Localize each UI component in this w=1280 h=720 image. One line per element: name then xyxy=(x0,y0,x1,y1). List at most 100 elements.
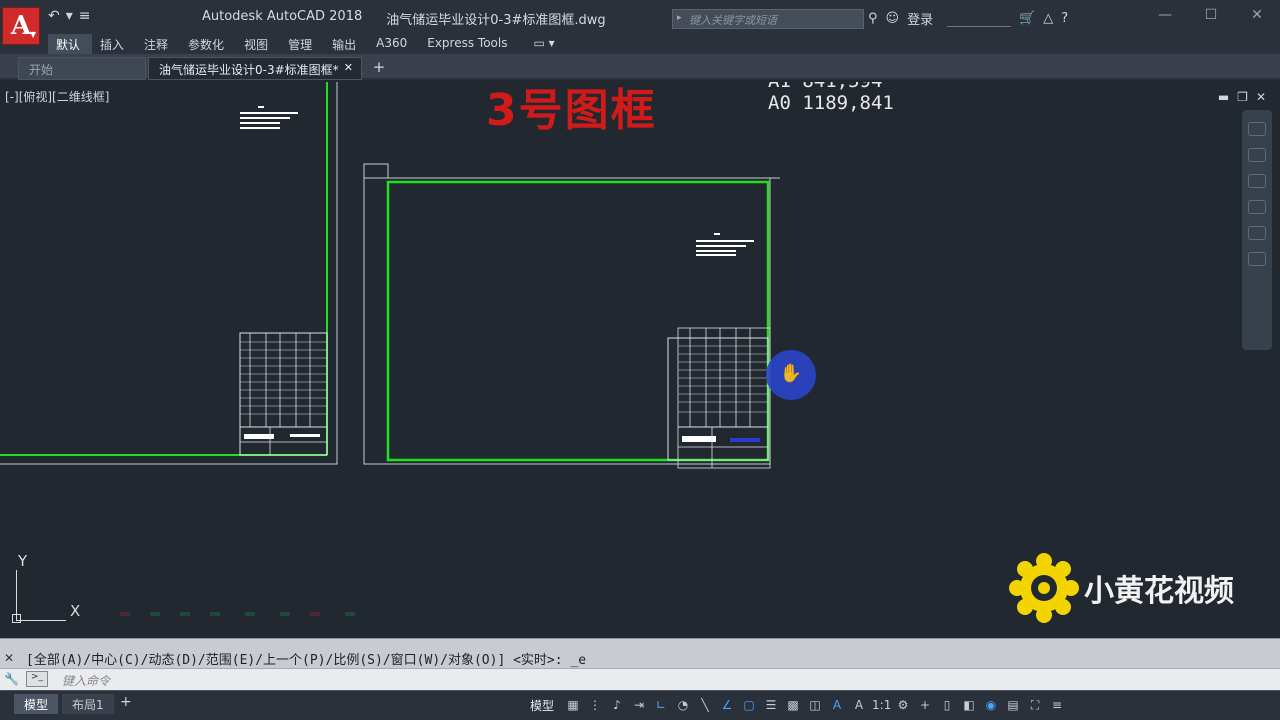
binoculars-icon[interactable]: ⚲ xyxy=(868,11,878,26)
viewport-window-controls: ▬ ❐ ✕ xyxy=(1218,90,1266,104)
command-history: ✕ [全部(A)/中心(C)/动态(D)/范围(E)/上一个(P)/比例(S)/… xyxy=(0,638,1280,668)
viewport-minimize-icon[interactable]: ▬ xyxy=(1218,90,1229,104)
title-tools: ⚲ ☺ 登录 🛒 △ ? xyxy=(868,9,1068,28)
tab-a360[interactable]: A360 xyxy=(368,34,419,54)
app-title: Autodesk AutoCAD 2018 xyxy=(202,9,363,24)
annotation-scale[interactable]: 1:1 xyxy=(872,696,891,714)
close-icon[interactable]: ✕ xyxy=(1234,0,1280,32)
quick-access-toolbar: ↶ ▾ ≡ xyxy=(48,8,91,24)
snap-icon[interactable]: ⋮ xyxy=(586,696,604,714)
drawing-area[interactable]: [-][俯视][二维线框] ▬ ❐ ✕ 3号图框 A1 841,594 A0 1… xyxy=(0,82,1280,638)
ribbon-tabs: 默认 插入 注释 参数化 视图 管理 输出 A360 Express Tools… xyxy=(0,34,1280,54)
drawing-red-title: 3号图框 xyxy=(486,85,657,136)
ortho-icon[interactable]: ∟ xyxy=(652,696,670,714)
dynamic-input-icon[interactable]: ⇥ xyxy=(630,696,648,714)
viewport-close-icon[interactable]: ✕ xyxy=(1256,90,1266,104)
add-layout-button[interactable]: + xyxy=(120,694,132,710)
ribbon-toggle-icon[interactable]: ▭ ▾ xyxy=(519,34,566,54)
grid-icon[interactable]: ▦ xyxy=(564,696,582,714)
viewport-restore-icon[interactable]: ❐ xyxy=(1237,90,1248,104)
hardware-acceleration-icon[interactable]: ▤ xyxy=(1004,696,1022,714)
command-history-text: [全部(A)/中心(C)/动态(D)/范围(E)/上一个(P)/比例(S)/窗口… xyxy=(26,653,587,668)
app-menu-caret-icon: ▼ xyxy=(30,30,37,39)
tab-output[interactable]: 输出 xyxy=(324,34,368,54)
command-close-icon[interactable]: ✕ xyxy=(4,651,14,665)
document-tabs: 开始 油气储运毕业设计0-3#标准图框* ✕ + xyxy=(0,54,1280,80)
user-icon[interactable]: ☺ xyxy=(886,11,900,26)
lineweight-icon[interactable]: ☰ xyxy=(762,696,780,714)
command-input[interactable]: 键入命令 xyxy=(62,672,110,689)
title-bar: A ▼ ↶ ▾ ≡ Autodesk AutoCAD 2018 油气储运毕业设计… xyxy=(0,0,1280,45)
annotation-monitor-icon[interactable]: + xyxy=(916,696,934,714)
pan-hand-cursor-icon: ✋ xyxy=(766,350,816,400)
tab-express-tools[interactable]: Express Tools xyxy=(419,34,519,54)
command-prompt-icon[interactable]: >_ xyxy=(26,671,48,687)
units-icon[interactable]: ▯ xyxy=(938,696,956,714)
right-title-block xyxy=(667,327,771,469)
tab-current-drawing[interactable]: 油气储运毕业设计0-3#标准图框* ✕ xyxy=(148,57,362,80)
quick-properties-icon[interactable]: ◧ xyxy=(960,696,978,714)
annotation-visibility-icon[interactable]: A xyxy=(828,696,846,714)
status-tools: 模型 ▦ ⋮ ♪ ⇥ ∟ ◔ ╲ ∠ ▢ ☰ ▩ ◫ A A 1:1 ⚙ + ▯… xyxy=(530,696,1066,714)
left-title-lines xyxy=(240,106,298,129)
navigation-bar xyxy=(1242,110,1272,350)
nav-more-icon[interactable] xyxy=(1248,252,1266,266)
login-label[interactable]: 登录 xyxy=(907,9,933,28)
tab-home[interactable]: 默认 xyxy=(48,34,93,54)
search-input[interactable]: ▸ 键入关键字或短语 xyxy=(672,9,864,29)
login-dropdown[interactable] xyxy=(947,11,1012,27)
auto-scale-icon[interactable]: A xyxy=(850,696,868,714)
orbit-icon[interactable] xyxy=(1248,200,1266,214)
transparency-icon[interactable]: ▩ xyxy=(784,696,802,714)
left-frame xyxy=(0,82,338,465)
tab-view[interactable]: 视图 xyxy=(236,34,280,54)
command-line[interactable]: 🔧 >_ 键入命令 xyxy=(0,668,1280,690)
pan-icon[interactable] xyxy=(1248,148,1266,162)
window-controls: — ☐ ✕ xyxy=(1142,0,1280,32)
object-snap-tracking-icon[interactable]: ∠ xyxy=(718,696,736,714)
selection-cycling-icon[interactable]: ◫ xyxy=(806,696,824,714)
maximize-icon[interactable]: ☐ xyxy=(1188,0,1234,32)
minimize-icon[interactable]: — xyxy=(1142,0,1188,32)
undo-icon[interactable]: ↶ xyxy=(48,8,60,24)
clean-screen-icon[interactable]: ⛶ xyxy=(1026,696,1044,714)
infer-constraints-icon[interactable]: ♪ xyxy=(608,696,626,714)
tab-annotate[interactable]: 注释 xyxy=(136,34,180,54)
status-bar: 模型 布局1 + 模型 ▦ ⋮ ♪ ⇥ ∟ ◔ ╲ ∠ ▢ ☰ ▩ ◫ A A … xyxy=(0,690,1280,720)
application-menu-button[interactable]: A xyxy=(2,7,40,45)
tab-layout1[interactable]: 布局1 xyxy=(62,694,114,714)
customize-menu-icon[interactable]: ≡ xyxy=(1048,696,1066,714)
customize-wrench-icon[interactable]: 🔧 xyxy=(4,672,19,686)
tab-start[interactable]: 开始 xyxy=(18,57,146,80)
object-snap-icon[interactable]: ▢ xyxy=(740,696,758,714)
faint-ticks xyxy=(120,612,355,616)
tab-parametric[interactable]: 参数化 xyxy=(180,34,236,54)
undo-dropdown-icon[interactable]: ▾ xyxy=(66,8,73,24)
left-title-block xyxy=(239,332,328,456)
showmotion-icon[interactable] xyxy=(1248,226,1266,240)
tab-model[interactable]: 模型 xyxy=(14,694,59,714)
search-caret-icon: ▸ xyxy=(677,13,682,23)
right-frame xyxy=(363,163,780,469)
a360-icon[interactable]: △ xyxy=(1043,11,1053,26)
close-tab-icon[interactable]: ✕ xyxy=(344,61,353,74)
watermark-text: 小黄花视频 xyxy=(1084,574,1234,609)
viewport-controls-label[interactable]: [-][俯视][二维线框] xyxy=(5,88,109,105)
watermark: 小黄花视频 xyxy=(1008,552,1234,624)
drawing-size-a1: A1 841,594 xyxy=(768,82,882,92)
polar-icon[interactable]: ◔ xyxy=(674,696,692,714)
isolate-objects-icon[interactable]: ◉ xyxy=(982,696,1000,714)
workspace-gear-icon[interactable]: ⚙ xyxy=(894,696,912,714)
window-title: Autodesk AutoCAD 2018 油气储运毕业设计0-3#标准图框.d… xyxy=(202,9,606,28)
nav-wheel-icon[interactable] xyxy=(1248,122,1266,136)
zoom-icon[interactable] xyxy=(1248,174,1266,188)
cart-icon[interactable]: 🛒 xyxy=(1019,11,1035,26)
model-space-toggle[interactable]: 模型 xyxy=(530,697,554,714)
tab-manage[interactable]: 管理 xyxy=(280,34,324,54)
help-icon[interactable]: ? xyxy=(1061,11,1068,26)
isodraft-icon[interactable]: ╲ xyxy=(696,696,714,714)
sunflower-logo-icon xyxy=(1008,552,1080,624)
quick-access-customize-icon[interactable]: ≡ xyxy=(79,8,91,24)
tab-insert[interactable]: 插入 xyxy=(92,34,136,54)
new-tab-button[interactable]: + xyxy=(368,58,390,78)
